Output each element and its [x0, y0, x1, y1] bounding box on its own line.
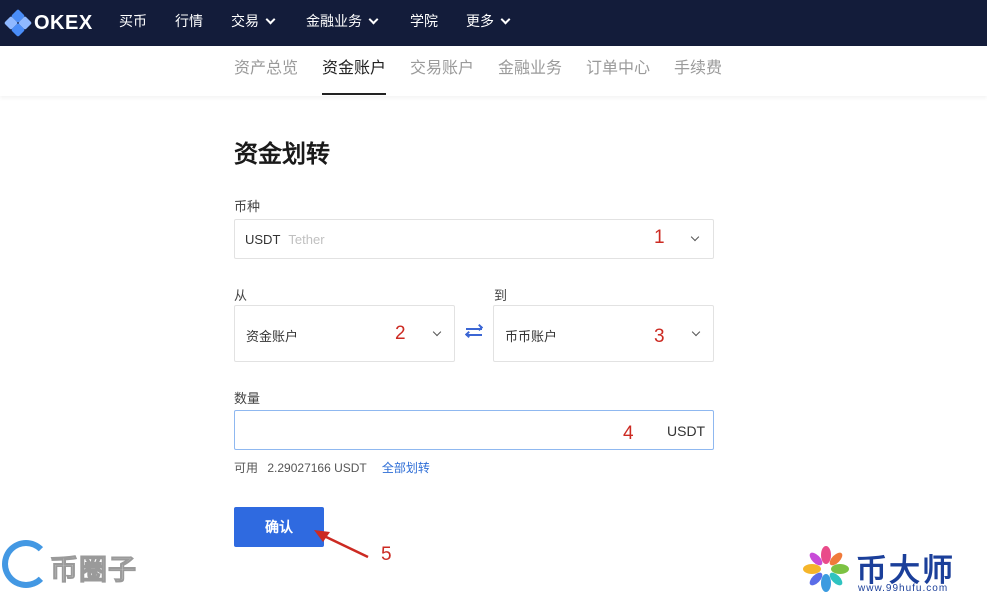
annotation-number-3: 3 — [654, 326, 665, 347]
currency-select[interactable]: USDT Tether 1 — [234, 219, 714, 259]
watermark-left: 币圈子 — [0, 538, 150, 592]
nav-item-buy-coin[interactable]: 买币 — [119, 0, 147, 46]
currency-label: 币种 — [234, 199, 261, 214]
okex-logo-icon — [3, 8, 33, 38]
tab-funding-account[interactable]: 资金账户 — [322, 46, 387, 96]
to-account-value: 币币账户 — [505, 329, 558, 344]
chevron-down-icon — [265, 14, 276, 25]
tab-asset-overview[interactable]: 资产总览 — [234, 46, 298, 96]
tab-fees[interactable]: 手续费 — [674, 46, 722, 96]
available-label: 可用 — [234, 461, 259, 475]
amount-unit: USDT — [667, 423, 706, 439]
tab-order-center[interactable]: 订单中心 — [586, 46, 650, 96]
annotation-number-2: 2 — [395, 323, 406, 344]
account-subnav: 资产总览 资金账户 交易账户 金融业务 订单中心 手续费 — [0, 46, 987, 96]
chevron-down-icon — [691, 327, 701, 337]
nav-item-more[interactable]: 更多 — [466, 0, 511, 46]
amount-input[interactable]: 4 USDT — [234, 410, 714, 450]
watermark-left-text: 币圈子 — [49, 554, 138, 586]
annotation-number-5: 5 — [381, 544, 392, 565]
nav-item-trade[interactable]: 交易 — [231, 0, 276, 46]
currency-name: Tether — [288, 232, 325, 247]
tab-finance[interactable]: 金融业务 — [498, 46, 562, 96]
to-label: 到 — [494, 288, 508, 303]
chevron-down-icon — [432, 327, 442, 337]
annotation-number-1: 1 — [654, 227, 665, 248]
nav-item-academy[interactable]: 学院 — [410, 0, 438, 46]
swap-accounts-icon[interactable] — [464, 323, 484, 341]
from-account-select[interactable]: 资金账户 2 — [234, 305, 455, 362]
annotation-number-4: 4 — [623, 423, 634, 444]
nav-item-finance[interactable]: 金融业务 — [306, 0, 379, 46]
currency-value: USDT — [245, 232, 281, 247]
transfer-all-link[interactable]: 全部划转 — [382, 461, 430, 475]
watermark-url: www.99hufu.com — [858, 583, 949, 594]
chevron-down-icon — [690, 232, 700, 242]
confirm-button[interactable]: 确认 — [234, 507, 324, 547]
okex-logo[interactable]: OKEX — [3, 8, 93, 38]
watermark-ring-icon — [2, 540, 50, 588]
chevron-down-icon — [500, 14, 511, 25]
from-account-value: 资金账户 — [246, 329, 299, 344]
page-title: 资金划转 — [234, 141, 330, 168]
logo-text: OKEX — [34, 11, 93, 34]
nav-item-market[interactable]: 行情 — [175, 0, 203, 46]
watermark-right: 币大师 www.99hufu.com — [800, 543, 980, 595]
top-navigation-bar: OKEX 买币 行情 交易 金融业务 学院 更多 — [0, 0, 987, 46]
available-value: 2.29027166 USDT — [267, 461, 367, 475]
to-account-select[interactable]: 币币账户 3 — [493, 305, 714, 362]
from-label: 从 — [234, 288, 248, 303]
flower-logo-icon — [803, 546, 849, 592]
amount-label: 数量 — [234, 391, 261, 406]
available-balance: 可用 2.29027166 USDT 全部划转 — [234, 459, 430, 476]
tab-trading-account[interactable]: 交易账户 — [410, 46, 474, 96]
annotation-arrow-icon — [314, 530, 369, 559]
chevron-down-icon — [368, 14, 379, 25]
